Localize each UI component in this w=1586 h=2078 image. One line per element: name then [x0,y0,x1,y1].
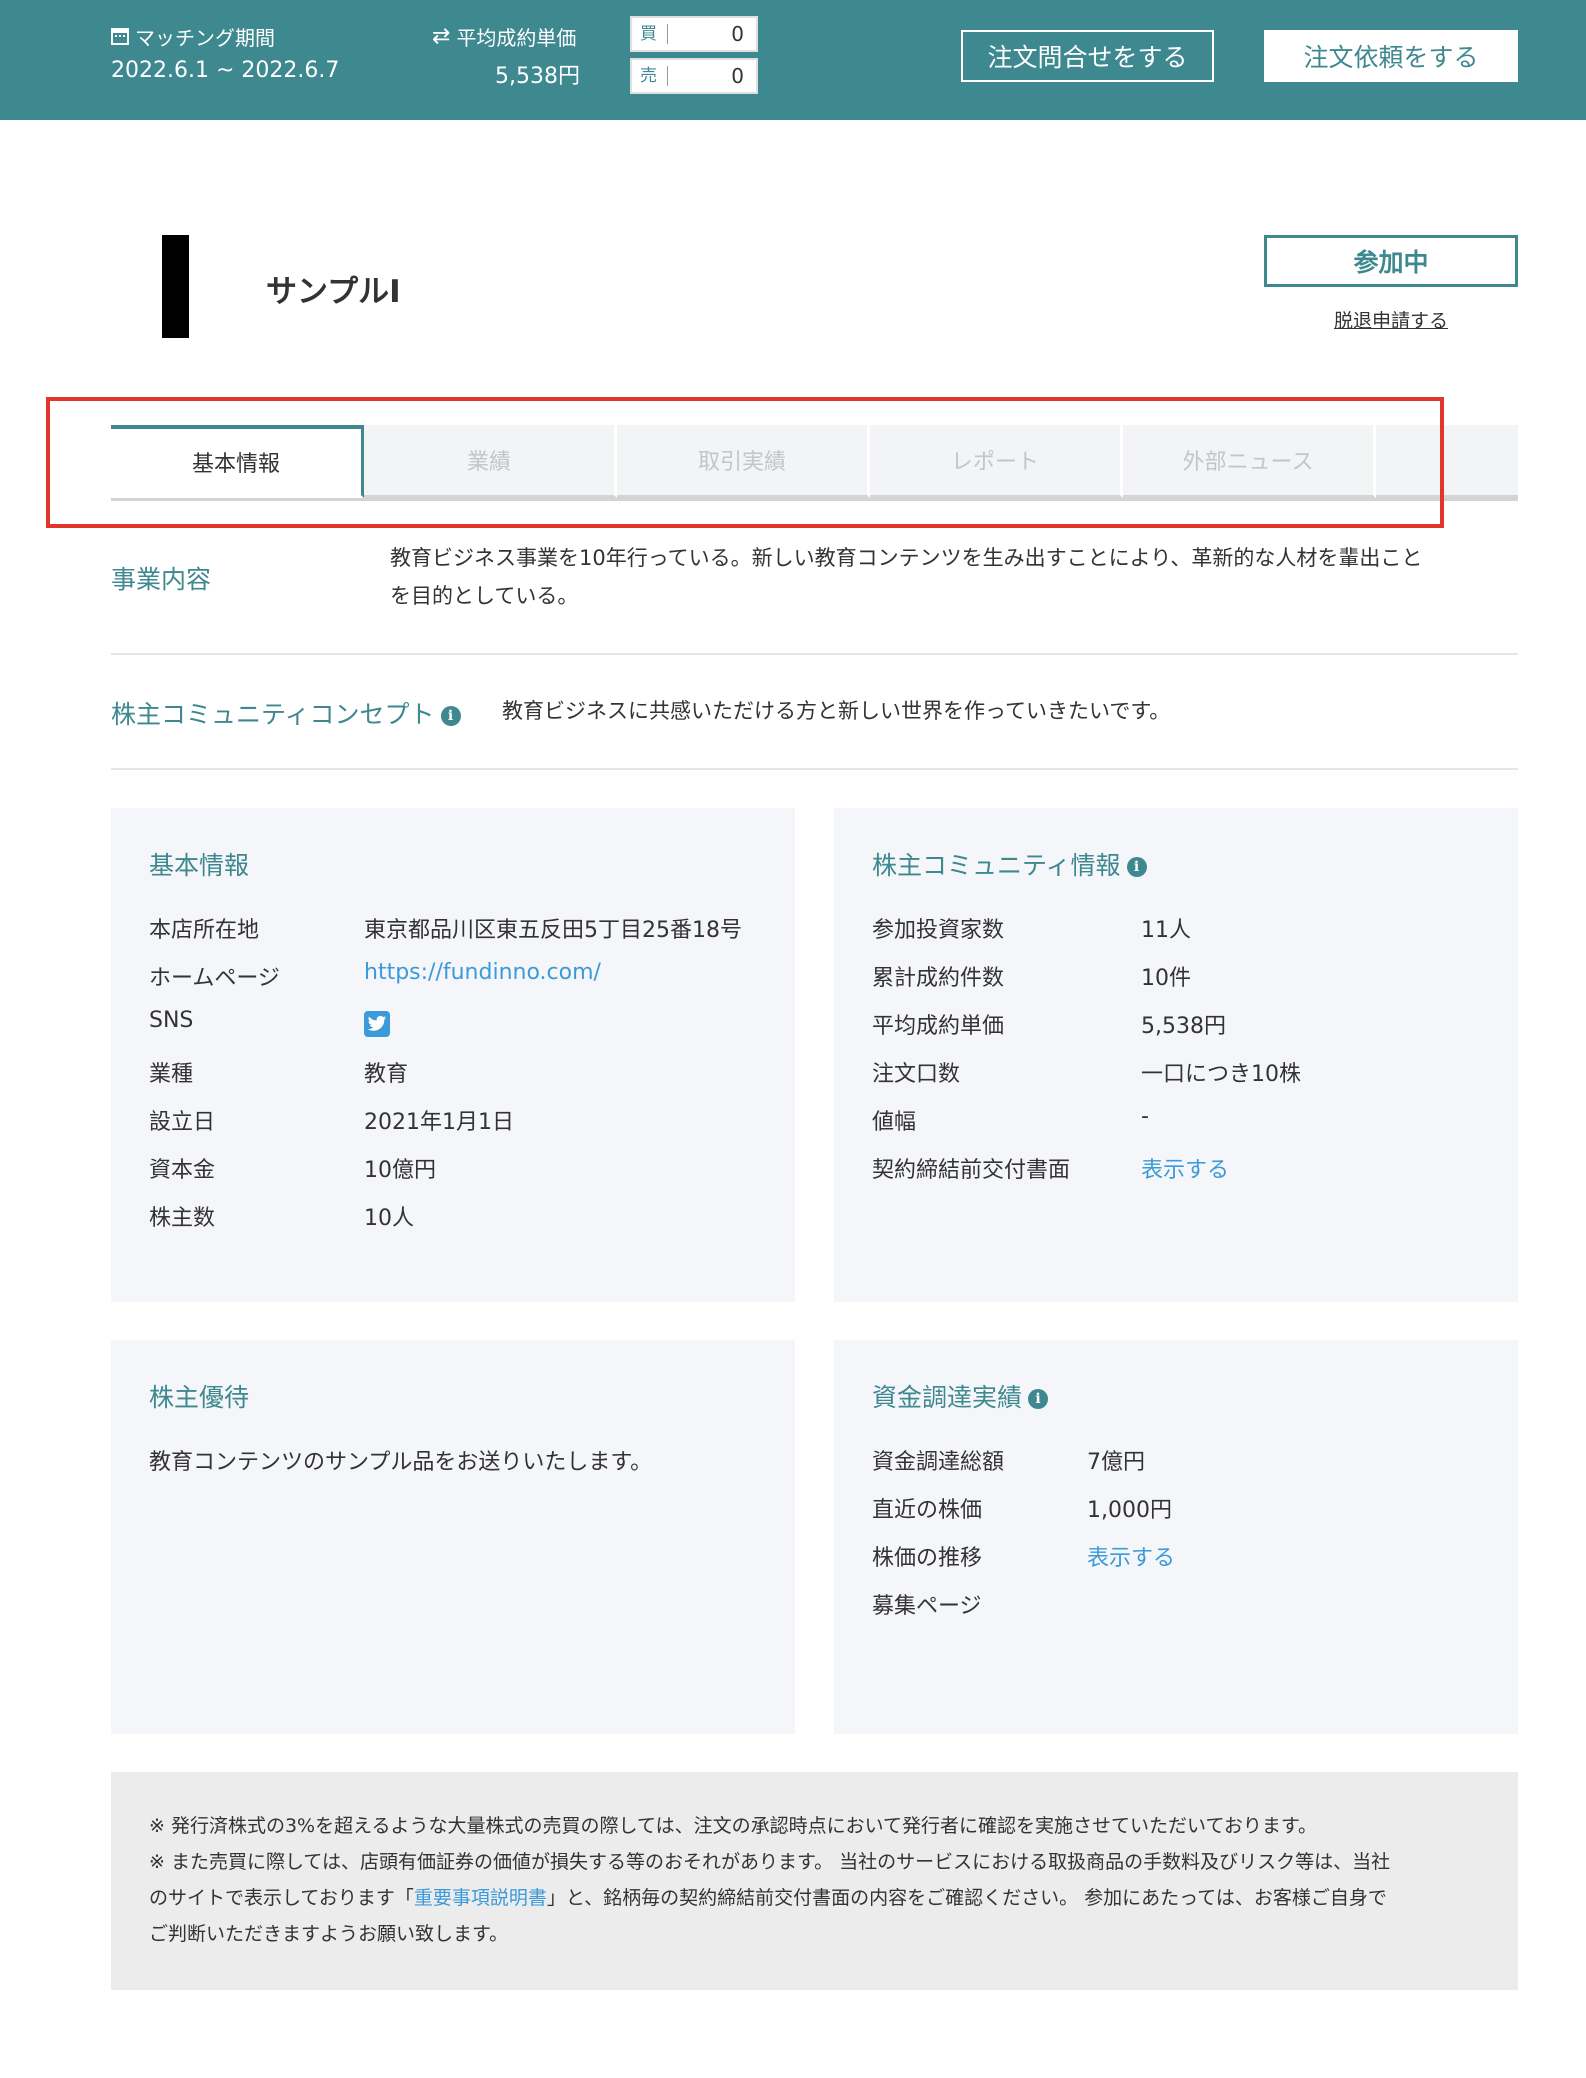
benefits-panel: 株主優待 教育コンテンツのサンプル品をお送りいたします。 [111,1340,795,1734]
swap-icon: ⇄ [432,23,451,49]
tab-trade-history[interactable]: 取引実績 [617,425,870,498]
tab-report[interactable]: レポート [870,425,1123,498]
info-row-homepage: ホームページ https://fundinno.com/ [149,960,601,991]
sell-count-box: 売 0 [630,58,758,94]
risk-notice: ※ 発行済株式の3%を超えるような大量株式の売買の際しては、注文の承認時点におい… [111,1772,1518,1990]
divider [111,653,1518,655]
tab-bar: 基本情報 業績 取引実績 レポート 外部ニュース [111,425,1518,501]
company-name: サンプルI [266,274,401,310]
community-concept-text: 教育ビジネスに共感いただける方と新しい世界を作っていきたいです。 [502,699,1171,723]
info-row-address: 本店所在地 東京都品川区東五反田5丁目25番18号 [149,918,742,943]
business-text-line2: を目的としている。 [390,584,579,608]
info-row-capital: 資本金 10億円 [149,1158,436,1183]
info-row-shareholders: 株主数 10人 [149,1206,414,1231]
info-icon[interactable]: i [440,706,461,726]
community-row: 値幅 - [872,1104,1149,1135]
community-row: 契約締結前交付書面 表示する [872,1152,1229,1184]
funding-row: 直近の株価 1,000円 [872,1498,1172,1523]
tab-performance[interactable]: 業績 [364,425,617,498]
business-label: 事業内容 [111,565,212,594]
withdraw-link[interactable]: 脱退申請する [1264,306,1518,333]
community-row: 注文口数 一口につき10株 [872,1062,1301,1087]
matching-period-label: マッチング期間 [111,22,275,51]
sell-value: 0 [731,64,744,88]
funding-panel: 資金調達実績 i 資金調達総額 7億円 直近の株価 1,000円 株価の推移 表示… [834,1340,1518,1734]
info-icon[interactable]: i [1126,857,1147,877]
important-matters-link[interactable]: 重要事項説明書 [414,1887,547,1909]
community-concept-label: 株主コミュニティコンセプト i [111,695,461,731]
sell-label: 売 [632,66,668,86]
community-row: 平均成約単価 5,538円 [872,1014,1226,1039]
avg-price-value: 5,538円 [495,64,580,89]
benefits-text: 教育コンテンツのサンプル品をお送りいたします。 [149,1450,653,1475]
community-info-title: 株主コミュニティ情報 i [872,846,1147,882]
divider [111,768,1518,770]
notice-line: ご判断いただきますようお願い致します。 [149,1923,509,1945]
funding-row: 株価の推移 表示する [872,1540,1175,1572]
community-row: 累計成約件数 10件 [872,966,1191,991]
community-row: 参加投資家数 11人 [872,918,1191,943]
notice-line: ※ 発行済株式の3%を超えるような大量株式の売買の際しては、注文の承認時点におい… [149,1815,1317,1837]
funding-title: 資金調達実績 i [872,1378,1049,1414]
joined-button[interactable]: 参加中 [1264,235,1518,287]
funding-row: 募集ページ [872,1594,982,1619]
benefits-title: 株主優待 [149,1383,250,1412]
buy-count-box: 買 0 [630,16,758,52]
order-request-button[interactable]: 注文依頼をする [1264,30,1518,82]
notice-line: のサイトで表示しております「重要事項説明書」と、銘柄毎の契約締結前交付書面の内容… [149,1887,1387,1909]
business-text-line1: 教育ビジネス事業を10年行っている。新しい教育コンテンツを生み出すことにより、革… [390,546,1423,570]
company-logo [162,235,189,338]
basic-info-panel: 基本情報 本店所在地 東京都品川区東五反田5丁目25番18号 ホームページ ht… [111,808,795,1302]
avg-price-label: ⇄ 平均成約単価 [432,23,577,50]
info-row-industry: 業種 教育 [149,1062,409,1087]
tab-external-news[interactable]: 外部ニュース [1123,425,1376,498]
community-info-panel: 株主コミュニティ情報 i 参加投資家数 11人 累計成約件数 10件 平均成約単価… [834,808,1518,1302]
basic-info-title: 基本情報 [149,851,250,880]
homepage-link[interactable]: https://fundinno.com/ [364,960,601,985]
pre-contract-document-link[interactable]: 表示する [1141,1152,1229,1184]
info-row-established: 設立日 2021年1月1日 [149,1110,514,1135]
buy-label: 買 [632,24,668,44]
tab-empty [1376,425,1518,498]
info-row-sns: SNS [149,1008,390,1037]
twitter-icon[interactable] [364,1011,390,1037]
buy-value: 0 [731,22,744,46]
info-icon[interactable]: i [1028,1389,1049,1409]
matching-period-value: 2022.6.1 ~ 2022.6.7 [111,58,340,83]
top-bar: マッチング期間 2022.6.1 ~ 2022.6.7 ⇄ 平均成約単価 5,5… [0,0,1586,120]
order-inquiry-button[interactable]: 注文問合せをする [961,30,1214,82]
tab-basic-info[interactable]: 基本情報 [111,425,364,498]
calendar-icon [111,28,129,45]
funding-row: 資金調達総額 7億円 [872,1450,1145,1475]
stock-price-history-link[interactable]: 表示する [1087,1540,1175,1572]
notice-line: ※ また売買に際しては、店頭有価証券の価値が損失する等のおそれがあります。 当社… [149,1851,1391,1873]
